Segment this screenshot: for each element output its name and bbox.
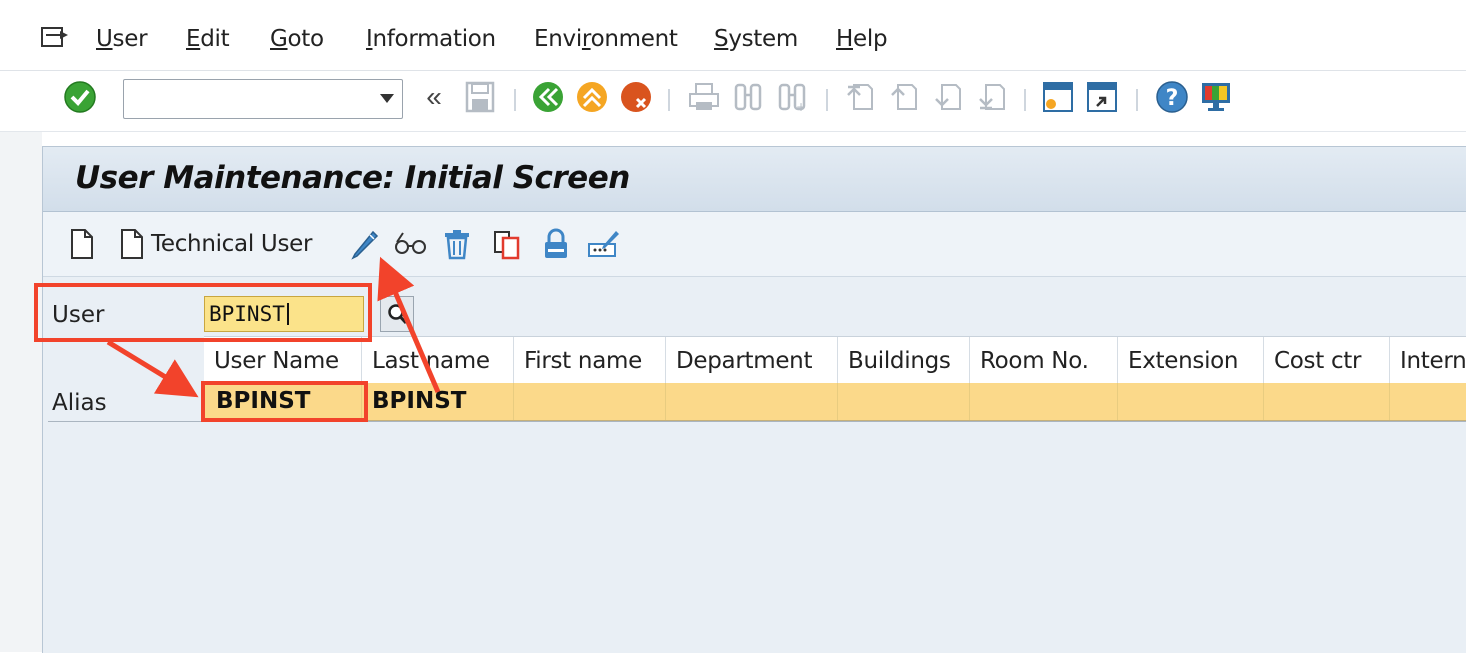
menu-goto[interactable]: Goto	[270, 26, 324, 52]
column-header[interactable]: Department	[666, 337, 838, 383]
column-header[interactable]: Last name	[362, 337, 514, 383]
toolbar-separator	[514, 89, 516, 111]
search-help-button[interactable]	[380, 296, 414, 332]
cancel-icon[interactable]	[618, 79, 654, 115]
save-icon[interactable]	[462, 79, 498, 115]
lock-unlock-button[interactable]	[541, 226, 571, 262]
table-cell-extension	[1118, 383, 1264, 420]
table-row[interactable]: BPINST BPINST	[204, 383, 1466, 421]
alias-label: Alias	[52, 390, 107, 416]
table-cell-last-name: BPINST	[362, 383, 514, 420]
search-icon	[388, 304, 408, 325]
exit-icon[interactable]	[574, 79, 610, 115]
table-cell-department	[666, 383, 838, 420]
previous-page-icon[interactable]	[886, 79, 922, 115]
pencil-icon	[351, 230, 379, 260]
customize-layout-icon[interactable]	[1198, 79, 1234, 115]
password-pencil-icon	[588, 231, 619, 257]
page-title: User Maintenance: Initial Screen	[75, 160, 630, 196]
back-icon[interactable]	[530, 79, 566, 115]
column-header[interactable]: Intern	[1390, 337, 1466, 383]
first-page-icon[interactable]	[842, 79, 878, 115]
document-icon	[121, 229, 143, 259]
menu-system[interactable]: System	[714, 26, 798, 52]
table-cell-buildings	[838, 383, 970, 420]
table-cell-cost-ctr	[1264, 383, 1390, 420]
print-icon[interactable]	[686, 79, 722, 115]
toolbar-separator	[826, 89, 828, 111]
standard-toolbar: « + ?	[0, 71, 1466, 132]
menu-help[interactable]: Help	[836, 26, 888, 52]
document-icon	[71, 229, 93, 259]
table-cell-intern	[1390, 383, 1466, 420]
menu-user[interactable]: User	[96, 26, 148, 52]
menu-bar: User Edit Goto Information Environment S…	[0, 0, 1466, 71]
table-cell-first-name	[514, 383, 666, 420]
display-button[interactable]	[393, 226, 429, 262]
svg-text:+: +	[796, 100, 806, 113]
column-header[interactable]: User Name	[204, 337, 362, 383]
column-header[interactable]: Extension	[1118, 337, 1264, 383]
find-icon[interactable]	[730, 79, 766, 115]
enter-check-icon[interactable]	[62, 79, 98, 115]
new-session-icon[interactable]	[1040, 79, 1076, 115]
lock-icon	[545, 228, 567, 258]
create-button[interactable]	[69, 226, 95, 262]
last-page-icon[interactable]	[974, 79, 1010, 115]
collapse-command-icon[interactable]: «	[416, 79, 452, 115]
column-header[interactable]: First name	[514, 337, 666, 383]
application-toolbar: Technical User	[43, 212, 1466, 277]
menu-edit[interactable]: Edit	[186, 26, 230, 52]
delete-button[interactable]	[441, 226, 473, 262]
help-icon[interactable]: ?	[1154, 79, 1190, 115]
technical-user-button[interactable]: Technical User	[119, 226, 312, 262]
column-header[interactable]: Cost ctr	[1264, 337, 1390, 383]
glasses-icon	[395, 232, 426, 254]
column-header[interactable]: Room No.	[970, 337, 1118, 383]
menu-environment[interactable]: Environment	[534, 26, 678, 52]
highlight-box-user-name	[201, 381, 368, 422]
shortcut-icon[interactable]	[1084, 79, 1120, 115]
trash-icon	[445, 230, 469, 260]
copy-icon	[494, 231, 520, 260]
change-password-button[interactable]	[587, 226, 621, 262]
chevron-down-icon[interactable]	[380, 94, 394, 103]
column-header[interactable]: Buildings	[838, 337, 970, 383]
copy-button[interactable]	[491, 226, 523, 262]
toolbar-separator	[1136, 89, 1138, 111]
svg-text:?: ?	[1166, 86, 1179, 111]
menu-toggle-icon[interactable]	[40, 26, 70, 50]
title-bar: User Maintenance: Initial Screen	[43, 147, 1466, 212]
change-button[interactable]	[349, 226, 381, 262]
toolbar-separator	[1024, 89, 1026, 111]
command-field[interactable]	[123, 79, 403, 119]
alias-table-header: User Name Last name First name Departmen…	[204, 336, 1466, 384]
next-page-icon[interactable]	[930, 79, 966, 115]
technical-user-label: Technical User	[151, 231, 313, 257]
highlight-box-user-field	[34, 283, 372, 342]
menu-information[interactable]: Information	[366, 26, 496, 52]
find-next-icon[interactable]: +	[774, 79, 810, 115]
left-gutter	[0, 132, 42, 652]
table-cell-room-no	[970, 383, 1118, 420]
toolbar-separator	[668, 89, 670, 111]
